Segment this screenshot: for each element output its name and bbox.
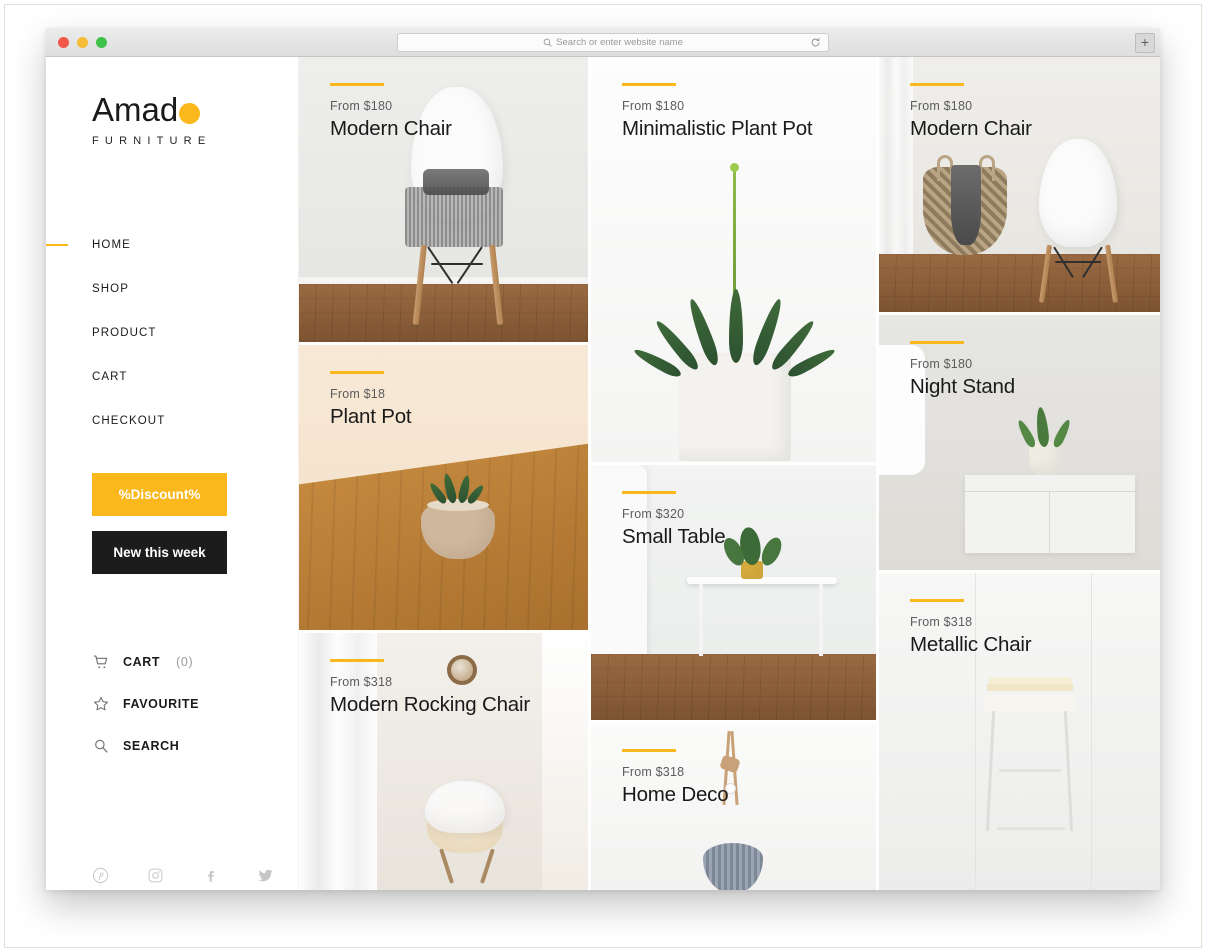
nav-item-product[interactable]: PRODUCT: [92, 311, 298, 355]
accent-bar-icon: [910, 599, 964, 602]
accent-bar-icon: [330, 659, 384, 662]
product-title: Minimalistic Plant Pot: [622, 117, 813, 140]
pinterest-icon[interactable]: [92, 867, 109, 884]
product-info: From $180 Modern Chair: [330, 83, 452, 141]
nav-item-label: CHECKOUT: [92, 415, 166, 427]
browser-window: Search or enter website name + Amad FURN…: [46, 28, 1160, 890]
product-price: From $318: [910, 615, 973, 629]
product-price: From $320: [622, 507, 685, 521]
accent-bar-icon: [330, 83, 384, 86]
product-price: From $318: [330, 675, 393, 689]
twitter-icon[interactable]: [257, 867, 274, 884]
logo-tagline: FURNITURE: [92, 135, 212, 147]
accent-bar-icon: [910, 341, 964, 344]
favourite-link[interactable]: FAVOURITE: [92, 683, 298, 725]
star-icon: [94, 696, 108, 711]
product-info: From $180 Minimalistic Plant Pot: [622, 83, 813, 141]
nav-item-label: CART: [92, 371, 128, 383]
product-grid: From $180 Modern Chair From $18 Plant Po…: [299, 57, 1160, 890]
accent-bar-icon: [910, 83, 964, 86]
product-info: From $318 Home Deco: [622, 749, 729, 807]
product-title: Modern Chair: [910, 117, 1032, 140]
accent-bar-icon: [622, 83, 676, 86]
product-price: From $180: [910, 357, 973, 371]
search-icon: [543, 38, 552, 47]
product-price: From $18: [330, 387, 386, 401]
product-column-2: From $180 Minimalistic Plant Pot From $3…: [591, 57, 876, 890]
product-title: Night Stand: [910, 375, 1015, 398]
instagram-icon[interactable]: [147, 867, 164, 884]
nav-item-label: HOME: [92, 239, 131, 251]
product-info: From $18 Plant Pot: [330, 371, 412, 429]
product-price: From $180: [622, 99, 685, 113]
product-card[interactable]: From $180 Modern Chair: [879, 57, 1160, 312]
product-title: Home Deco: [622, 783, 729, 806]
accent-bar-icon: [622, 491, 676, 494]
window-controls: [58, 37, 107, 48]
nav-item-shop[interactable]: SHOP: [92, 267, 298, 311]
maximize-window-button[interactable]: [96, 37, 107, 48]
cart-icon: [93, 655, 108, 669]
product-card[interactable]: From $18 Plant Pot: [299, 345, 588, 630]
discount-button[interactable]: %Discount%: [92, 473, 227, 516]
product-price: From $180: [910, 99, 973, 113]
product-price: From $318: [622, 765, 685, 779]
product-card[interactable]: From $180 Minimalistic Plant Pot: [591, 57, 876, 462]
product-info: From $180 Modern Chair: [910, 83, 1032, 141]
nav-item-home[interactable]: HOME: [46, 223, 298, 267]
product-title: Metallic Chair: [910, 633, 1032, 656]
product-column-1: From $180 Modern Chair From $18 Plant Po…: [299, 57, 588, 890]
product-card[interactable]: From $318 Modern Rocking Chair: [299, 633, 588, 890]
favourite-link-label: FAVOURITE: [123, 697, 200, 711]
product-card[interactable]: From $180 Modern Chair: [299, 57, 588, 342]
new-this-week-button[interactable]: New this week: [92, 531, 227, 574]
product-title: Plant Pot: [330, 405, 412, 428]
product-card[interactable]: From $318 Metallic Chair: [879, 573, 1160, 890]
close-window-button[interactable]: [58, 37, 69, 48]
address-bar-placeholder: Search or enter website name: [556, 37, 683, 48]
search-link[interactable]: SEARCH: [92, 725, 298, 767]
cart-link-label: CART: [123, 655, 161, 669]
social-links: [92, 867, 274, 884]
product-info: From $320 Small Table: [622, 491, 726, 549]
product-card[interactable]: From $180 Night Stand: [879, 315, 1160, 570]
facebook-icon[interactable]: [202, 867, 219, 884]
active-indicator-icon: [46, 244, 68, 246]
nav-item-label: PRODUCT: [92, 327, 157, 339]
nav-item-label: SHOP: [92, 283, 129, 295]
product-info: From $180 Night Stand: [910, 341, 1015, 399]
cart-link[interactable]: CART (0): [92, 641, 298, 683]
product-price: From $180: [330, 99, 393, 113]
search-icon: [95, 739, 108, 753]
product-card[interactable]: From $320 Small Table: [591, 465, 876, 720]
nav-item-checkout[interactable]: CHECKOUT: [92, 399, 298, 443]
site-logo[interactable]: Amad FURNITURE: [92, 57, 298, 147]
product-title: Modern Rocking Chair: [330, 693, 530, 716]
reload-icon[interactable]: [810, 37, 821, 48]
circle-dot-icon: [179, 102, 201, 124]
product-info: From $318 Metallic Chair: [910, 599, 1032, 657]
nav-item-cart[interactable]: CART: [92, 355, 298, 399]
website-viewport: Amad FURNITURE HOME SHOP PRODUCT CART CH…: [46, 57, 1160, 890]
accent-bar-icon: [330, 371, 384, 374]
new-tab-button[interactable]: +: [1135, 33, 1155, 53]
logo-text: Amad: [92, 91, 179, 128]
page-root: Search or enter website name + Amad FURN…: [0, 0, 1206, 952]
main-navigation: HOME SHOP PRODUCT CART CHECKOUT: [46, 223, 298, 443]
address-bar[interactable]: Search or enter website name: [397, 33, 829, 52]
product-info: From $318 Modern Rocking Chair: [330, 659, 530, 717]
product-title: Modern Chair: [330, 117, 452, 140]
product-column-3: From $180 Modern Chair From $180 Night S…: [879, 57, 1160, 890]
utility-links: CART (0) FAVOURITE SEARCH: [92, 641, 298, 767]
product-card[interactable]: From $318 Home Deco: [591, 723, 876, 890]
minimize-window-button[interactable]: [77, 37, 88, 48]
accent-bar-icon: [622, 749, 676, 752]
browser-toolbar: Search or enter website name +: [46, 28, 1160, 57]
search-link-label: SEARCH: [123, 739, 180, 753]
cta-button-group: %Discount% New this week: [92, 473, 298, 574]
product-title: Small Table: [622, 525, 726, 548]
cart-count: (0): [176, 655, 194, 669]
sidebar: Amad FURNITURE HOME SHOP PRODUCT CART CH…: [46, 57, 299, 890]
